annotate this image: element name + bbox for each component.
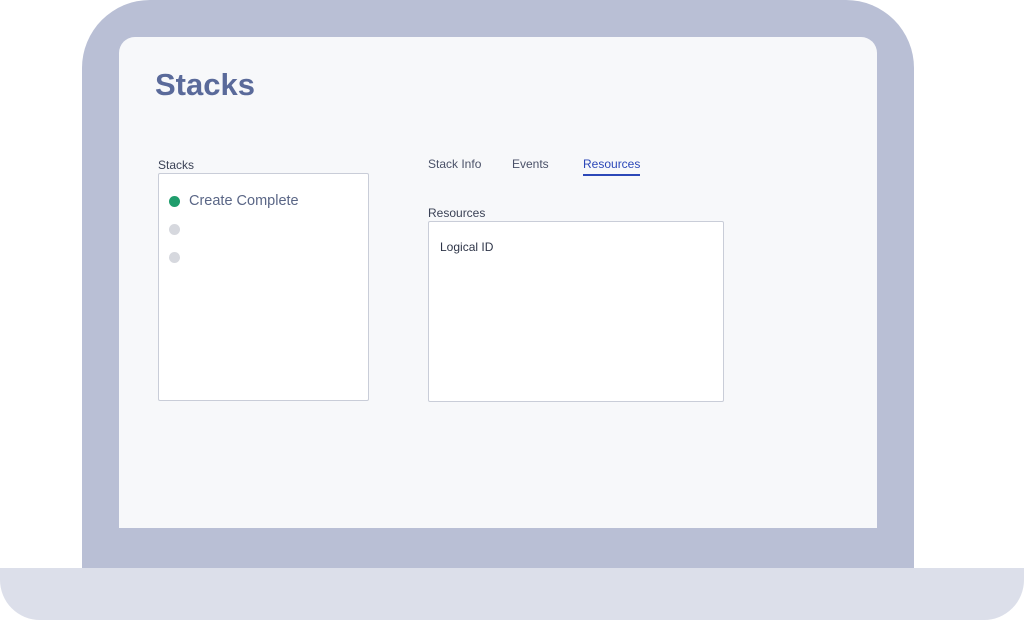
resources-panel-label: Resources [428, 206, 486, 220]
stacks-list: Create Complete [158, 173, 369, 401]
resources-table: Logical ID [428, 221, 724, 402]
tab-events[interactable]: Events [512, 157, 549, 171]
status-complete-icon [169, 195, 180, 207]
stack-item[interactable] [169, 219, 189, 239]
stacks-panel-label: Stacks [158, 158, 195, 172]
app-screen: Stacks Stacks Create Complete Stack Info… [119, 37, 877, 528]
stack-item[interactable]: Create Complete [169, 191, 299, 211]
stack-item[interactable] [169, 247, 189, 267]
status-placeholder-icon [169, 223, 180, 235]
laptop-base [0, 568, 1024, 620]
status-placeholder-icon [169, 251, 180, 263]
page-title: Stacks [155, 67, 255, 102]
tab-stack-info[interactable]: Stack Info [428, 157, 481, 171]
stack-item-label: Create Complete [189, 193, 299, 209]
column-header-logical-id: Logical ID [440, 240, 494, 254]
tab-resources[interactable]: Resources [583, 157, 641, 176]
